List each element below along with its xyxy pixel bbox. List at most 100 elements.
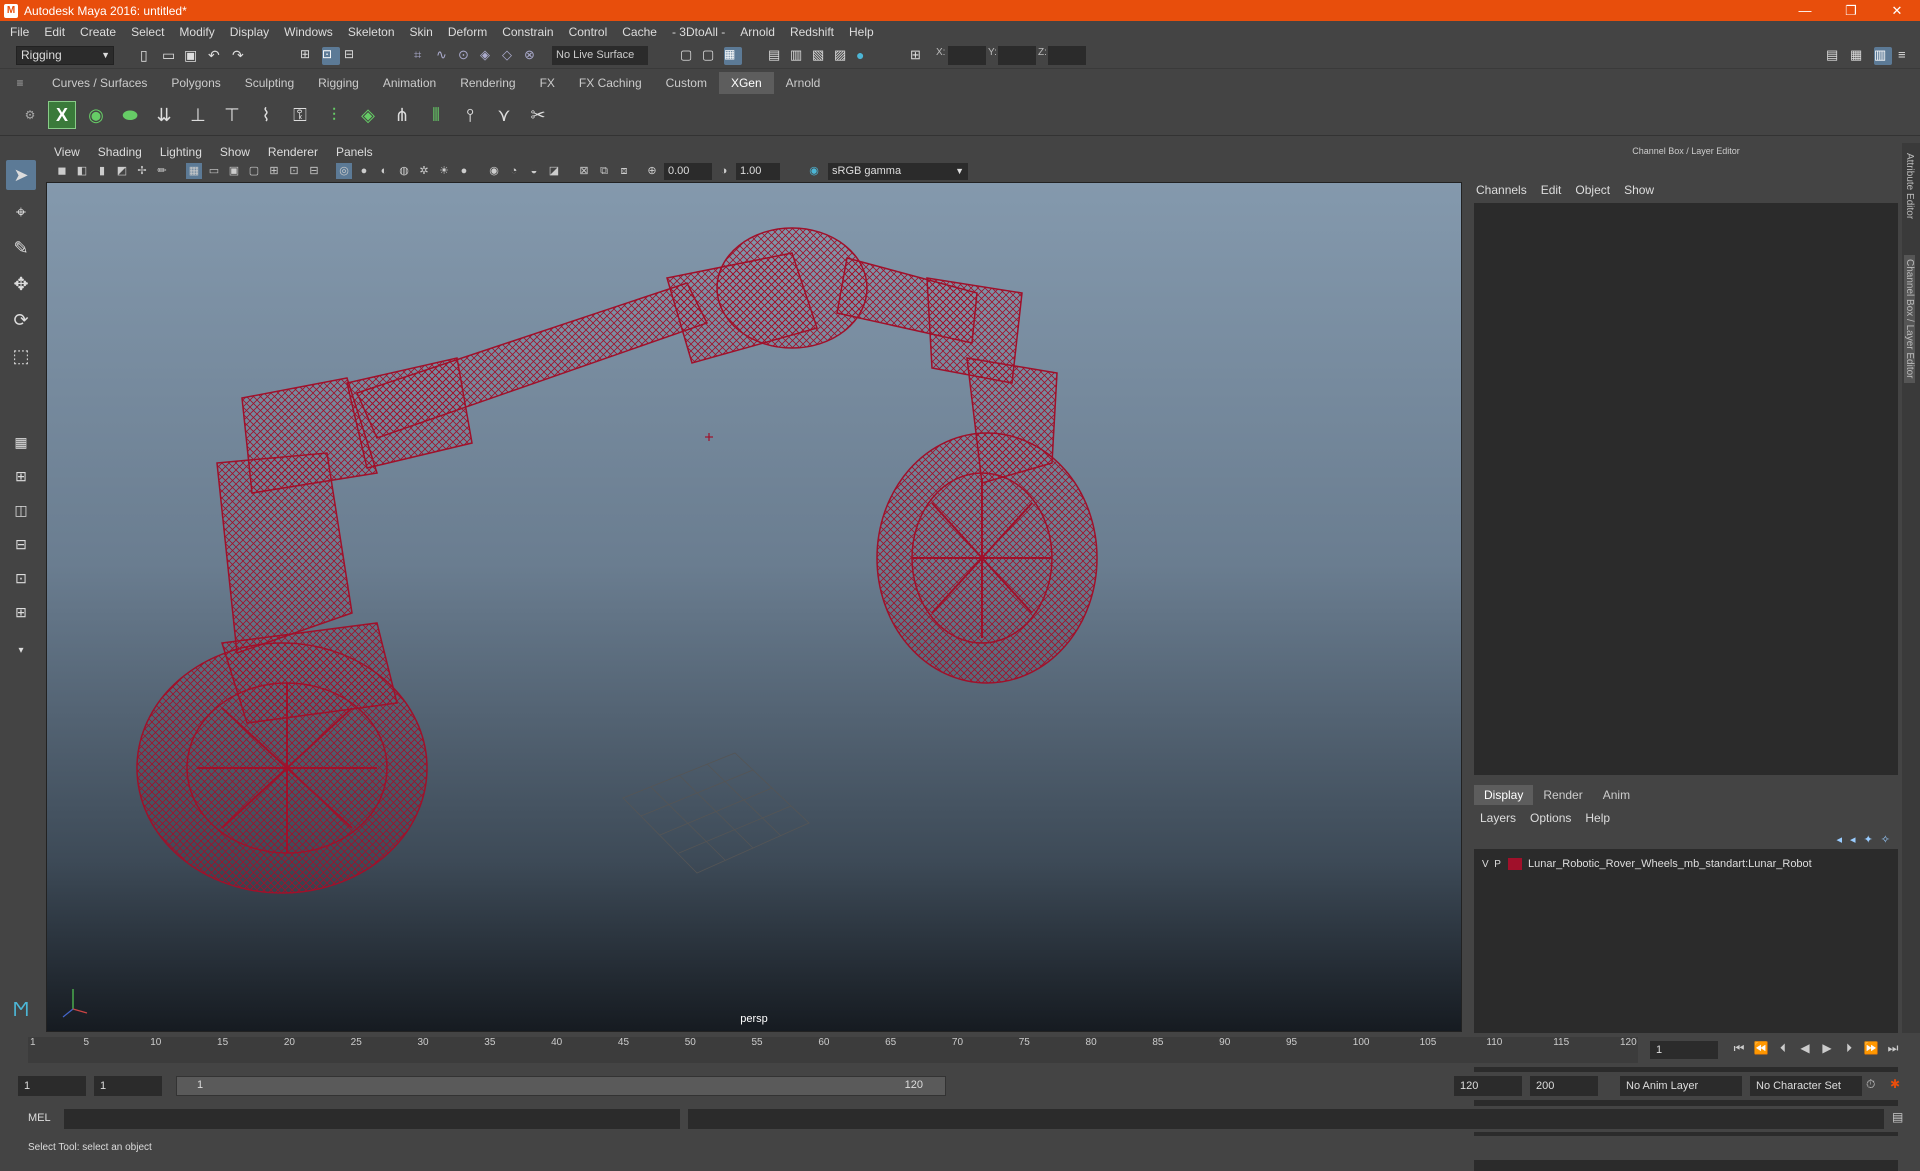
tab-rendering[interactable]: Rendering (448, 72, 527, 94)
script-editor-icon[interactable]: ▤ (1892, 1110, 1910, 1128)
xgen-smooth-icon[interactable]: ⋎ (490, 101, 518, 129)
select-hierarchy-icon[interactable]: ⊞ (300, 47, 318, 65)
tab-polygons[interactable]: Polygons (159, 72, 232, 94)
scene-end-field[interactable]: 200 (1530, 1076, 1598, 1096)
xgen-preview-icon[interactable]: ◉ (82, 101, 110, 129)
2d-pan-icon[interactable]: ✢ (134, 163, 150, 179)
left-joint-block[interactable] (346, 357, 473, 469)
xgen-add-guide-icon[interactable]: ⊥ (184, 101, 212, 129)
new-scene-icon[interactable]: ▯ (140, 47, 158, 65)
snap-curve-icon[interactable]: ∿ (436, 47, 454, 65)
viewport-persp[interactable]: persp (46, 182, 1462, 1032)
step-back-key-icon[interactable]: ⏪ (1750, 1041, 1772, 1056)
shadows-icon[interactable]: ☀ (436, 163, 452, 179)
range-slider[interactable]: 1 120 (176, 1076, 946, 1096)
layout-options-icon[interactable]: ▾ (6, 635, 36, 665)
paint-select-icon[interactable]: ✎ (6, 233, 36, 263)
safe-action-icon[interactable]: ⊡ (286, 163, 302, 179)
current-frame-field[interactable]: 1 (1650, 1041, 1718, 1059)
layer-visibility-toggle[interactable]: V P (1474, 859, 1501, 870)
snap-center-icon[interactable]: ⊗ (524, 47, 542, 65)
tab-arnold[interactable]: Arnold (774, 72, 833, 94)
xgen-sculpt-guide-icon[interactable]: ⌇ (252, 101, 280, 129)
menu-display[interactable]: Display (230, 25, 269, 39)
tool-settings-icon[interactable]: ≡ (1898, 47, 1916, 65)
scale-tool-icon[interactable]: ⬚ (6, 341, 36, 371)
layer-name[interactable]: Lunar_Robotic_Rover_Wheels_mb_standart:L… (1528, 858, 1812, 870)
minimize-button[interactable]: — (1782, 0, 1828, 21)
graph-persp-icon[interactable]: ⊡ (6, 563, 36, 593)
snap-grid-icon[interactable]: ⌗ (414, 47, 432, 65)
output-ops-icon[interactable]: ▢ (702, 47, 720, 65)
script-language-label[interactable]: MEL (28, 1112, 51, 1124)
gamma-icon[interactable]: ◑ (716, 163, 732, 179)
two-view-icon[interactable]: ◫ (6, 495, 36, 525)
ipr-render-icon[interactable]: ▧ (812, 47, 830, 65)
tab-fx-caching[interactable]: FX Caching (567, 72, 654, 94)
gamma-field[interactable]: 1.00 (736, 163, 780, 180)
exposure-field[interactable]: 0.00 (664, 163, 712, 180)
le-menu-help[interactable]: Help (1585, 811, 1610, 825)
transform-mode-icon[interactable]: ⊞ (910, 47, 928, 65)
shelf-menu-icon[interactable]: ≡ (0, 76, 40, 90)
menu-create[interactable]: Create (80, 25, 116, 39)
color-management-icon[interactable]: ◉ (806, 163, 822, 179)
menu-constrain[interactable]: Constrain (502, 25, 553, 39)
color-space-select[interactable]: sRGB gamma ▼ (828, 163, 968, 180)
camera-select-icon[interactable]: ◼ (54, 163, 70, 179)
hypershade-icon[interactable]: ● (856, 47, 874, 65)
move-tool-icon[interactable]: ✥ (6, 269, 36, 299)
channel-box-icon[interactable]: ▥ (1874, 47, 1892, 65)
go-to-end-icon[interactable]: ⏭ (1882, 1041, 1904, 1056)
grid-toggle-icon[interactable]: ▦ (186, 163, 202, 179)
menu-deform[interactable]: Deform (448, 25, 487, 39)
outliner-persp-icon[interactable]: ⊟ (6, 529, 36, 559)
wireframe-on-shaded-icon[interactable]: ◐ (376, 163, 392, 179)
vp-menu-lighting[interactable]: Lighting (160, 145, 202, 159)
anim-layer-select[interactable]: No Anim Layer (1620, 1076, 1742, 1096)
undo-icon[interactable]: ↶ (208, 47, 226, 65)
play-forward-icon[interactable]: ▶ (1816, 1041, 1838, 1056)
menu-redshift[interactable]: Redshift (790, 25, 834, 39)
textured-icon[interactable]: ◍ (396, 163, 412, 179)
mode-selector[interactable]: Rigging ▼ (16, 46, 114, 65)
use-lights-icon[interactable]: ✲ (416, 163, 432, 179)
close-button[interactable]: ✕ (1874, 0, 1920, 21)
wireframe-icon[interactable]: ◎ (336, 163, 352, 179)
x-field[interactable] (948, 46, 986, 65)
step-forward-key-icon[interactable]: ⏩ (1860, 1041, 1882, 1056)
command-input[interactable] (64, 1109, 680, 1129)
cb-menu-channels[interactable]: Channels (1476, 183, 1527, 197)
new-layer-icon[interactable]: ✦ (1864, 833, 1873, 846)
grease-pencil-icon[interactable]: ✏ (154, 163, 170, 179)
anim-prefs-icon[interactable]: ✱ (1890, 1077, 1908, 1095)
le-menu-options[interactable]: Options (1530, 811, 1571, 825)
channel-box-area[interactable] (1474, 203, 1898, 775)
xgen-groom-icon[interactable]: ⋔ (388, 101, 416, 129)
select-component-icon[interactable]: ⊟ (344, 47, 362, 65)
input-ops-icon[interactable]: ▢ (680, 47, 698, 65)
isolate-select-icon[interactable]: ◪ (546, 163, 562, 179)
snap-view-icon[interactable]: ◈ (480, 47, 498, 65)
character-set-select[interactable]: No Character Set (1750, 1076, 1862, 1096)
move-layer-up-icon[interactable]: ◂ (1837, 833, 1843, 846)
go-to-start-icon[interactable]: ⏮ (1728, 1041, 1750, 1056)
vp-menu-renderer[interactable]: Renderer (268, 145, 318, 159)
cb-menu-object[interactable]: Object (1575, 183, 1610, 197)
depth-of-field-icon[interactable]: ◒ (526, 163, 542, 179)
bookmark-icon[interactable]: ▮ (94, 163, 110, 179)
xgen-move-guide-icon[interactable]: ⊤ (218, 101, 246, 129)
tab-fx[interactable]: FX (528, 72, 567, 94)
rotate-tool-icon[interactable]: ⟳ (6, 305, 36, 335)
xgen-place-guides-icon[interactable]: ⇊ (150, 101, 178, 129)
gate-mask-icon[interactable]: ▢ (246, 163, 262, 179)
xgen-editor-icon[interactable]: X (48, 101, 76, 129)
select-object-icon[interactable]: ⊡ (322, 47, 340, 65)
select-tool-icon[interactable]: ➤ (6, 160, 36, 190)
cb-menu-show[interactable]: Show (1624, 183, 1654, 197)
tab-sculpting[interactable]: Sculpting (233, 72, 306, 94)
layer-color-swatch[interactable] (1508, 858, 1522, 870)
camera-attrs-icon[interactable]: ◧ (74, 163, 90, 179)
new-layer-selected-icon[interactable]: ✧ (1881, 833, 1890, 846)
menu-select[interactable]: Select (131, 25, 164, 39)
